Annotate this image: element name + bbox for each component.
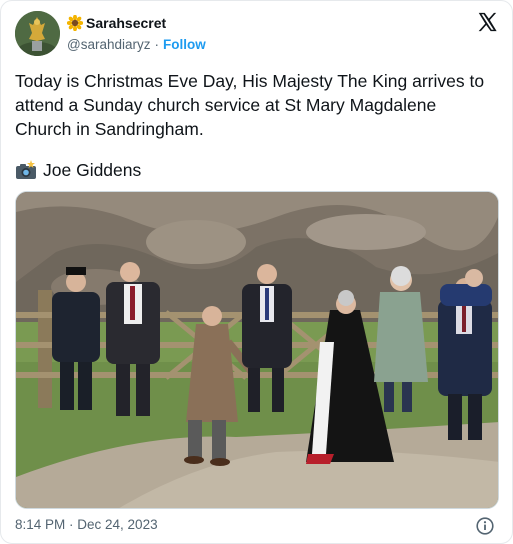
follow-button[interactable]: Follow (163, 37, 206, 52)
credit-text: Joe Giddens (43, 160, 142, 180)
user-handle[interactable]: @sarahdiaryz (67, 37, 151, 52)
tweet-card: Sarahsecret @sarahdiaryz · Follow Today … (0, 0, 513, 544)
camera-flash-icon (16, 160, 36, 179)
sunflower-icon (67, 15, 83, 31)
name-row: Sarahsecret (67, 13, 206, 33)
x-logo-icon[interactable] (476, 11, 498, 33)
handle-row: @sarahdiaryz · Follow (67, 35, 206, 53)
photo-credit: Joe Giddens (15, 158, 141, 182)
display-name[interactable]: Sarahsecret (86, 15, 166, 31)
avatar[interactable] (15, 11, 60, 56)
info-icon[interactable] (476, 517, 494, 535)
timestamp[interactable]: 8:14 PM · Dec 24, 2023 (15, 517, 158, 532)
tweet-header: Sarahsecret @sarahdiaryz · Follow (15, 11, 498, 57)
user-block: Sarahsecret @sarahdiaryz · Follow (67, 13, 206, 53)
tweet-photo[interactable] (15, 191, 499, 509)
separator-dot: · (154, 36, 160, 52)
tweet-text: Today is Christmas Eve Day, His Majesty … (15, 71, 485, 139)
